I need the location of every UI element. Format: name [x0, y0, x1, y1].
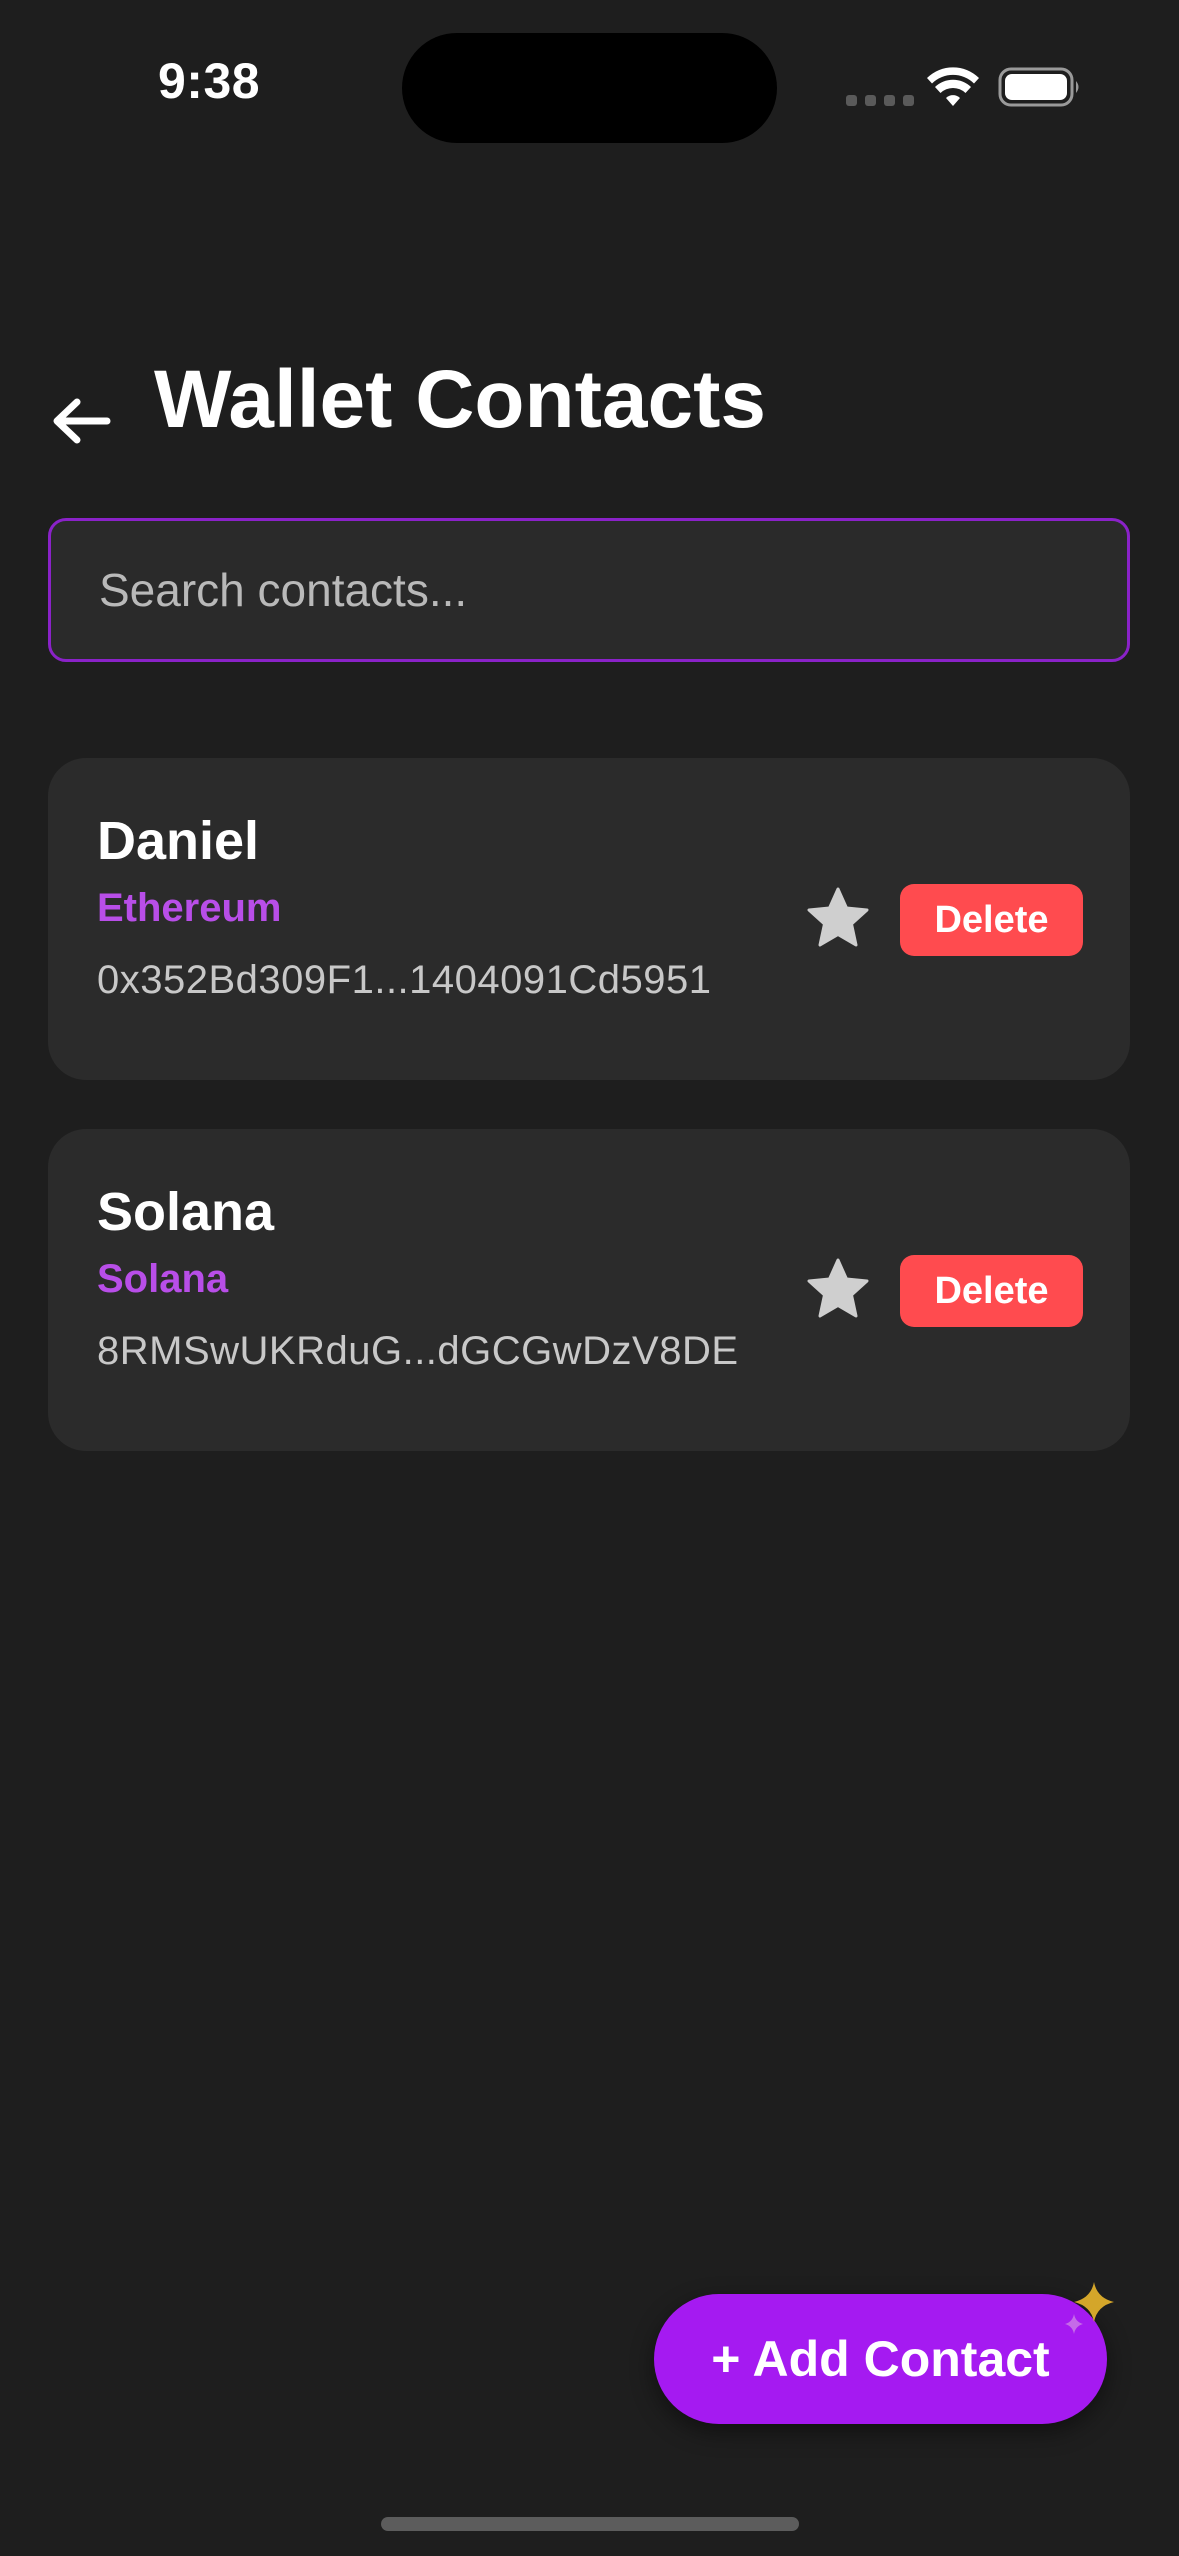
- favorite-button[interactable]: [803, 1254, 873, 1324]
- contact-name: Solana: [97, 1182, 275, 1242]
- dynamic-island: [402, 33, 777, 143]
- status-time: 9:38: [158, 53, 261, 109]
- status-bar: 9:38: [0, 0, 1179, 170]
- star-icon: [807, 887, 869, 947]
- contact-address: 0x352Bd309F1...1404091Cd5951: [97, 958, 712, 1002]
- wifi-icon: [927, 67, 979, 106]
- back-button[interactable]: [46, 388, 116, 454]
- battery-icon: [998, 67, 1079, 107]
- arrow-left-icon: [53, 398, 111, 444]
- contact-network: Solana: [97, 1257, 229, 1301]
- favorite-button[interactable]: [803, 883, 873, 953]
- contact-address: 8RMSwUKRduG...dGCGwDzV8DE: [97, 1329, 739, 1373]
- page-title: Wallet Contacts: [154, 354, 767, 445]
- cellular-icon: [846, 95, 914, 106]
- contact-name: Daniel: [97, 811, 260, 871]
- contact-network: Ethereum: [97, 886, 282, 930]
- sparkle-icon: [1065, 2282, 1114, 2334]
- contact-card: Solana Solana 8RMSwUKRduG...dGCGwDzV8DE …: [48, 1129, 1130, 1451]
- star-icon: [807, 1258, 869, 1318]
- add-contact-button[interactable]: + Add Contact: [654, 2294, 1107, 2424]
- search-input[interactable]: [48, 518, 1130, 662]
- contact-card: Daniel Ethereum 0x352Bd309F1...1404091Cd…: [48, 758, 1130, 1080]
- delete-button[interactable]: Delete: [900, 884, 1083, 956]
- delete-button[interactable]: Delete: [900, 1255, 1083, 1327]
- home-indicator: [381, 2517, 799, 2531]
